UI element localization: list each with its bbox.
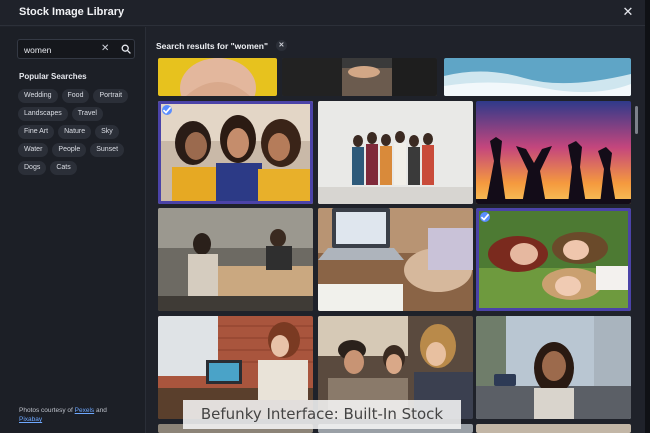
thumbnail[interactable] bbox=[476, 424, 631, 433]
thumbnail[interactable] bbox=[158, 101, 313, 204]
photo-laptop-desk bbox=[318, 208, 473, 311]
close-icon[interactable]: ✕ bbox=[621, 5, 635, 19]
photo-credit: Photos courtesy of Pexels and Pixabay bbox=[19, 407, 107, 423]
modal-titlebar: Stock Image Library ✕ bbox=[0, 0, 645, 26]
image-caption: Befunky Interface: Built-In Stock bbox=[183, 400, 461, 429]
results-heading: Search results for "women" ✕ bbox=[156, 38, 291, 54]
chip-sky[interactable]: Sky bbox=[95, 125, 119, 139]
chip-sunset[interactable]: Sunset bbox=[90, 143, 125, 157]
results-scrollbar[interactable] bbox=[635, 106, 638, 134]
search-box: ✕ bbox=[17, 39, 135, 59]
photo-three-women-laughing bbox=[158, 101, 313, 204]
photo-office-coworking bbox=[158, 208, 313, 311]
search-button[interactable] bbox=[117, 40, 135, 58]
stock-image-modal: Stock Image Library ✕ ✕ Popular Searches… bbox=[0, 0, 645, 433]
thumbnail[interactable] bbox=[444, 58, 631, 96]
thumbnail[interactable] bbox=[282, 58, 437, 96]
chip-nature[interactable]: Nature bbox=[58, 125, 92, 139]
background-edge bbox=[645, 0, 650, 433]
photo-row5-right bbox=[476, 424, 631, 433]
chip-wedding[interactable]: Wedding bbox=[18, 89, 58, 103]
search-icon bbox=[121, 44, 131, 54]
pixabay-link[interactable]: Pixabay bbox=[19, 416, 42, 423]
selected-check-icon bbox=[480, 212, 490, 222]
chip-landscapes[interactable]: Landscapes bbox=[18, 107, 68, 121]
popular-searches-list: Wedding Food Portrait Landscapes Travel … bbox=[18, 89, 138, 175]
photo-women-lying-grass bbox=[476, 208, 631, 311]
modal-title: Stock Image Library bbox=[19, 6, 125, 18]
sidebar: ✕ Popular Searches Wedding Food Portrait… bbox=[0, 27, 146, 433]
thumbnail[interactable] bbox=[476, 101, 631, 204]
chip-portrait[interactable]: Portrait bbox=[93, 89, 129, 103]
search-input[interactable] bbox=[24, 42, 98, 57]
thumbnail[interactable] bbox=[158, 58, 277, 96]
popular-searches-title: Popular Searches bbox=[19, 72, 87, 81]
photo-yellow-top bbox=[158, 58, 277, 96]
results-grid bbox=[146, 27, 645, 433]
photo-woman-city-street bbox=[476, 316, 631, 419]
pexels-link[interactable]: Pexels bbox=[75, 407, 95, 414]
thumbnail[interactable] bbox=[476, 316, 631, 419]
chip-food[interactable]: Food bbox=[61, 89, 90, 103]
thumbnail[interactable] bbox=[318, 208, 473, 311]
photo-business-handshake bbox=[282, 58, 437, 96]
results-panel: Search results for "women" ✕ bbox=[146, 27, 645, 433]
chip-water[interactable]: Water bbox=[18, 143, 49, 157]
chip-dogs[interactable]: Dogs bbox=[18, 161, 47, 175]
chip-travel[interactable]: Travel bbox=[71, 107, 103, 121]
photo-group-white-wall bbox=[318, 101, 473, 204]
selected-check-icon bbox=[162, 105, 172, 115]
clear-results-icon[interactable]: ✕ bbox=[275, 40, 287, 51]
chip-people[interactable]: People bbox=[52, 143, 87, 157]
thumbnail[interactable] bbox=[476, 208, 631, 311]
clear-search-icon[interactable]: ✕ bbox=[101, 42, 109, 56]
photo-silhouettes-sunset bbox=[476, 101, 631, 204]
photo-ocean-surf bbox=[444, 58, 631, 96]
chip-cats[interactable]: Cats bbox=[50, 161, 77, 175]
thumbnail[interactable] bbox=[318, 101, 473, 204]
chip-fine-art[interactable]: Fine Art bbox=[18, 125, 55, 139]
thumbnail[interactable] bbox=[158, 208, 313, 311]
